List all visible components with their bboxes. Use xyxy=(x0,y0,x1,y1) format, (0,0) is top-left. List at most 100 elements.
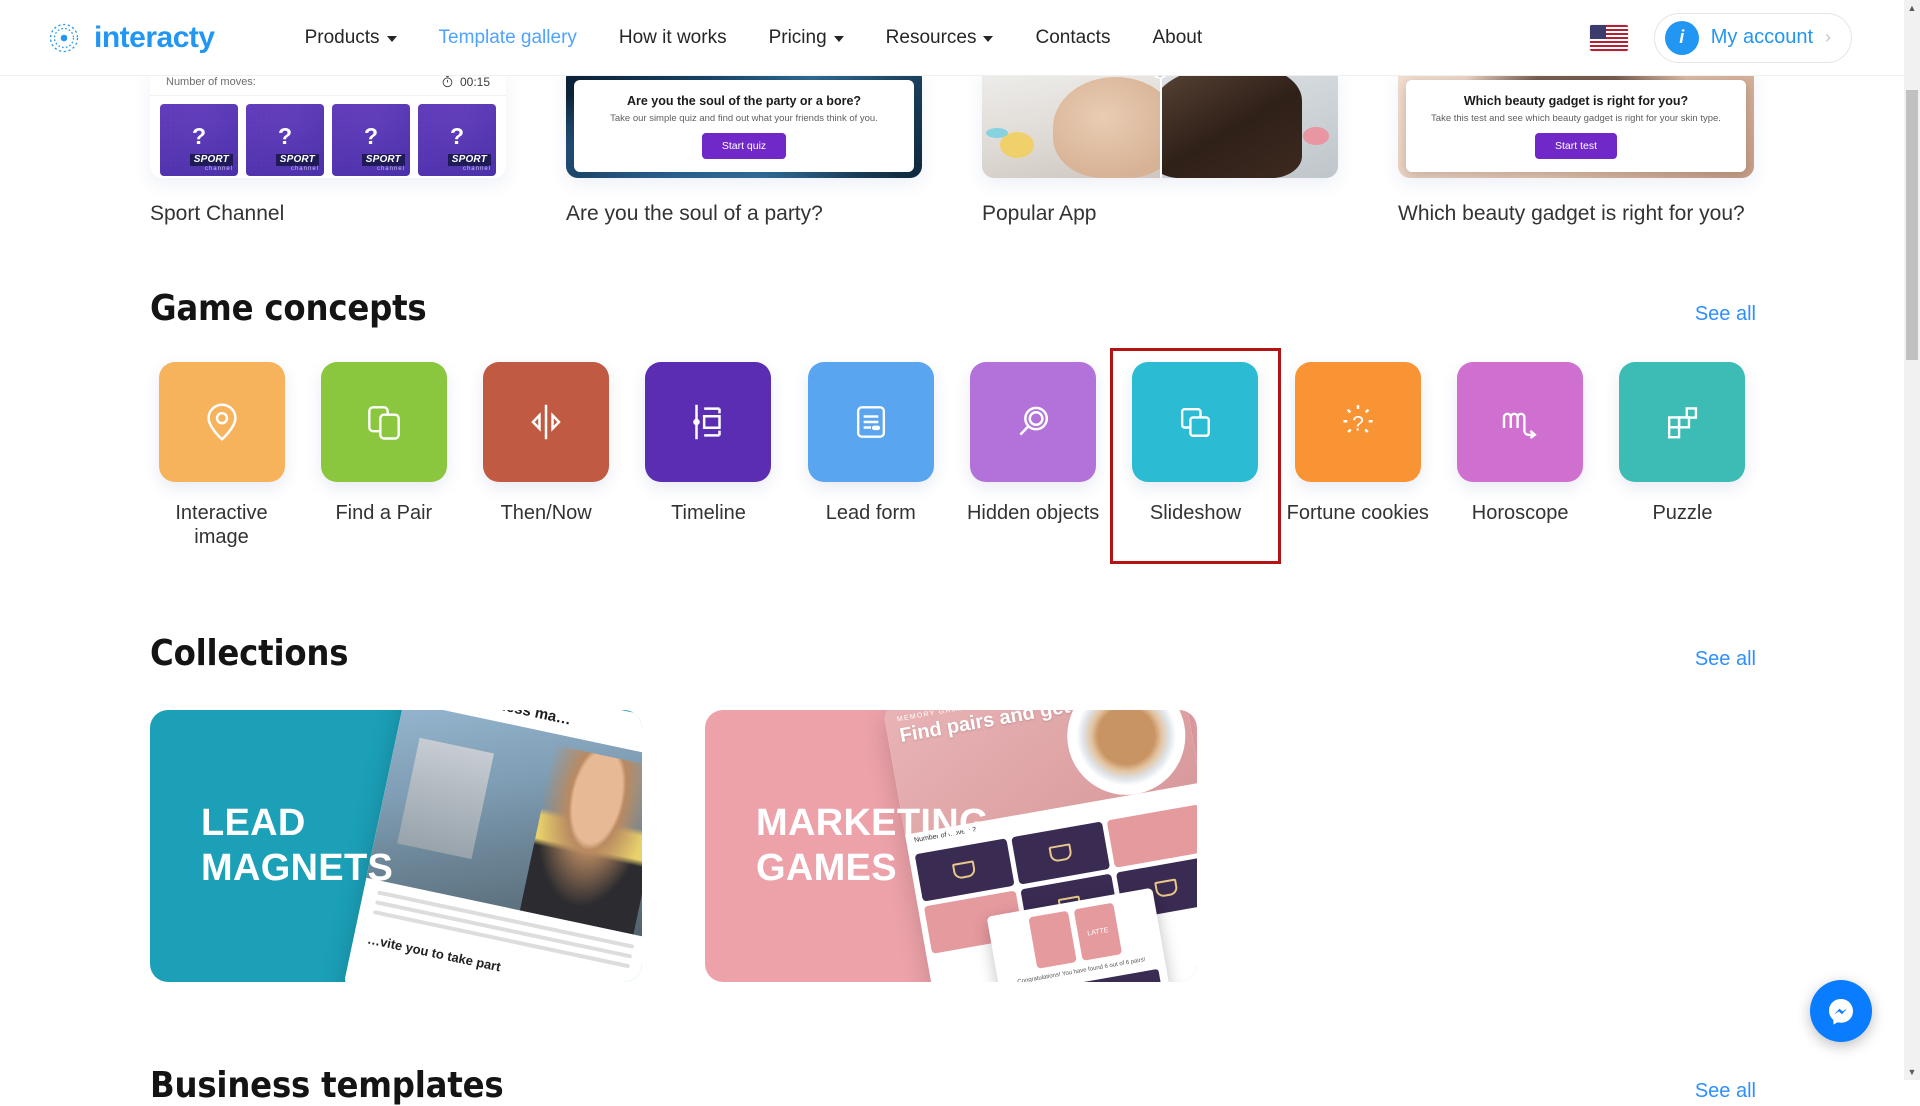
nav-label: Pricing xyxy=(769,27,827,49)
puzzle-blocks-icon xyxy=(1660,400,1704,444)
concept-label: Horoscope xyxy=(1472,501,1569,525)
concept-tile[interactable] xyxy=(321,362,447,482)
two-cards-icon xyxy=(362,400,406,444)
moves-label: Number of moves: xyxy=(166,76,256,88)
my-account-button[interactable]: i My account › xyxy=(1654,13,1852,63)
vertical-scrollbar[interactable]: ▲ ▼ xyxy=(1904,0,1920,1080)
brand-logo[interactable]: interacty xyxy=(44,18,215,58)
memory-tile xyxy=(1107,804,1197,867)
memory-card[interactable]: ? SPORT channel xyxy=(160,104,238,176)
quiz-panel: Are you the soul of the party or a bore?… xyxy=(574,80,914,172)
nav-item-contacts[interactable]: Contacts xyxy=(1014,18,1131,58)
template-card[interactable]: Number of moves: 00:15 ? SPORT xyxy=(150,68,506,226)
see-all-game-concepts[interactable]: See all xyxy=(1695,303,1756,326)
game-concept-then-now[interactable]: Then/Now xyxy=(475,362,618,550)
scrollbar-thumb[interactable] xyxy=(1906,90,1918,360)
game-concept-lead-form[interactable]: Lead form xyxy=(799,362,942,550)
avatar: i xyxy=(1665,21,1699,55)
template-preview-soul-of-party[interactable]: Are you the soul of the party or a bore?… xyxy=(566,68,922,178)
memory-card[interactable]: ? SPORT channel xyxy=(246,104,324,176)
nav-label: Resources xyxy=(886,27,977,49)
concept-label: Find a Pair xyxy=(335,501,432,525)
concept-tile[interactable] xyxy=(483,362,609,482)
memory-card-grid: ? SPORT channel ? SPORT channel xyxy=(150,96,506,178)
concept-label: Puzzle xyxy=(1652,501,1712,525)
start-test-button[interactable]: Start test xyxy=(1535,133,1617,159)
concept-tile[interactable] xyxy=(159,362,285,482)
start-quiz-button[interactable]: Start quiz xyxy=(702,133,786,159)
game-concept-timeline[interactable]: Timeline xyxy=(637,362,780,550)
messenger-chat-button[interactable] xyxy=(1810,980,1872,1042)
nav-item-template-gallery[interactable]: Template gallery xyxy=(418,18,598,58)
nav-item-about[interactable]: About xyxy=(1131,18,1223,58)
game-concept-slideshow[interactable]: Slideshow xyxy=(1124,362,1267,550)
see-all-collections[interactable]: See all xyxy=(1695,648,1756,671)
after-image xyxy=(1160,68,1338,178)
game-concept-puzzle[interactable]: Puzzle xyxy=(1611,362,1754,550)
header-actions: i My account › xyxy=(1590,13,1852,63)
template-title: Are you the soul of a party? xyxy=(566,202,922,226)
template-title: Sport Channel xyxy=(150,202,506,226)
template-card[interactable]: Are you the soul of the party or a bore?… xyxy=(566,68,922,226)
template-card[interactable]: Popular App xyxy=(982,68,1338,226)
interacty-sunburst-logo-icon xyxy=(44,18,84,58)
nav-item-how-it-works[interactable]: How it works xyxy=(598,18,748,58)
then-now-compare[interactable] xyxy=(982,68,1338,178)
memory-card[interactable]: ? SPORT channel xyxy=(418,104,496,176)
quiz-panel: Which beauty gadget is right for you? Ta… xyxy=(1406,80,1746,172)
timer-value: 00:15 xyxy=(460,75,490,89)
collections-list: LEAD MAGNETS Summer fitness ma… …vite yo… xyxy=(0,710,1904,982)
template-cards-row: Number of moves: 00:15 ? SPORT xyxy=(0,68,1904,226)
template-preview-beauty-gadget[interactable]: Which beauty gadget is right for you? Ta… xyxy=(1398,68,1754,178)
modal-card-label: LATTE xyxy=(1074,902,1122,960)
svg-text:?: ? xyxy=(1352,412,1364,435)
us-flag-icon[interactable] xyxy=(1590,25,1628,51)
game-concept-fortune-cookies[interactable]: ? Fortune cookies xyxy=(1286,362,1429,550)
concept-tile[interactable] xyxy=(808,362,934,482)
collection-card-marketing-games[interactable]: MARKETING GAMES MEMORY GAME Find pairs a… xyxy=(705,710,1197,982)
template-preview-popular-app[interactable] xyxy=(982,68,1338,178)
nav-label: How it works xyxy=(619,27,727,49)
template-preview-sport-channel[interactable]: Number of moves: 00:15 ? SPORT xyxy=(150,68,506,178)
concept-tile[interactable] xyxy=(970,362,1096,482)
game-concept-interactive-image[interactable]: Interactive image xyxy=(150,362,293,550)
concept-tile[interactable] xyxy=(1457,362,1583,482)
template-card[interactable]: Which beauty gadget is right for you? Ta… xyxy=(1398,68,1754,226)
quiz-subtitle: Take this test and see which beauty gadg… xyxy=(1431,113,1721,124)
nav-item-resources[interactable]: Resources xyxy=(865,18,1015,58)
concept-label: Then/Now xyxy=(501,501,592,525)
sport-channel-logo: SPORT channel xyxy=(276,150,319,172)
concept-label: Slideshow xyxy=(1150,501,1241,525)
my-account-label: My account xyxy=(1711,26,1813,49)
concept-tile[interactable] xyxy=(645,362,771,482)
scroll-up-arrow[interactable]: ▲ xyxy=(1904,0,1920,16)
scroll-down-arrow[interactable]: ▼ xyxy=(1904,1064,1920,1080)
see-all-business-templates[interactable]: See all xyxy=(1695,1080,1756,1103)
concept-tile[interactable]: ? xyxy=(1295,362,1421,482)
nav-label: About xyxy=(1152,27,1202,49)
game-concept-hidden-objects[interactable]: Hidden objects xyxy=(962,362,1105,550)
game-concept-find-a-pair[interactable]: Find a Pair xyxy=(312,362,455,550)
nav-item-pricing[interactable]: Pricing xyxy=(748,18,865,58)
concept-tile[interactable] xyxy=(1619,362,1745,482)
page-content: Number of moves: 00:15 ? SPORT xyxy=(0,76,1904,1106)
collection-card-lead-magnets[interactable]: LEAD MAGNETS Summer fitness ma… …vite yo… xyxy=(150,710,642,982)
business-templates-header: Business templates See all xyxy=(0,1065,1904,1106)
nav-label: Template gallery xyxy=(439,27,577,49)
before-image xyxy=(982,68,1160,178)
game-concepts-list: Interactive image Find a Pair Then/Now xyxy=(0,362,1904,550)
timer: 00:15 xyxy=(441,75,490,89)
sparkle-question-icon: ? xyxy=(1335,399,1381,445)
scorpio-zodiac-icon xyxy=(1496,398,1544,446)
brand-name: interacty xyxy=(94,21,215,55)
nav-item-products[interactable]: Products xyxy=(284,18,418,58)
facebook-messenger-icon xyxy=(1823,993,1859,1029)
map-pin-icon xyxy=(199,399,245,445)
site-header: interacty Products Template gallery How … xyxy=(0,0,1904,76)
memory-card[interactable]: ? SPORT channel xyxy=(332,104,410,176)
concept-tile[interactable] xyxy=(1132,362,1258,482)
chevron-right-icon: › xyxy=(1825,27,1831,48)
sport-channel-logo: SPORT channel xyxy=(448,150,491,172)
slides-stack-icon xyxy=(1173,400,1217,444)
game-concept-horoscope[interactable]: Horoscope xyxy=(1449,362,1592,550)
